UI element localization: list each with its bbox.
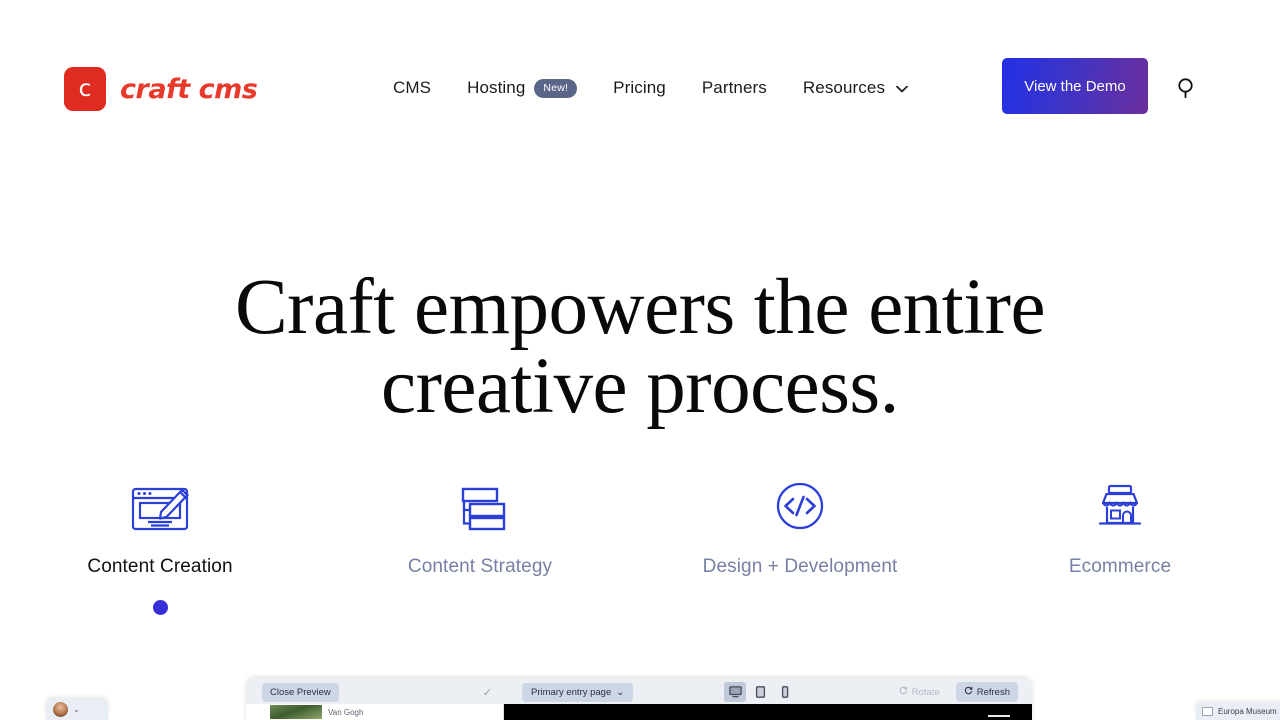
live-preview-panel: Close Preview ✓ Primary entry page ⌄ Rot… xyxy=(246,678,1032,720)
view-demo-label: View the Demo xyxy=(1024,77,1126,95)
device-tablet-button[interactable] xyxy=(749,682,771,702)
storefront-icon xyxy=(1084,470,1156,542)
nav-label: CMS xyxy=(393,78,432,97)
preview-toolbar: Close Preview ✓ Primary entry page ⌄ Rot… xyxy=(246,680,1032,704)
active-indicator-dot xyxy=(152,600,168,615)
nav-item-hosting[interactable]: Hosting New! xyxy=(467,78,578,98)
nav-label: Partners xyxy=(701,78,767,97)
saved-check-icon: ✓ xyxy=(482,686,492,699)
sitemap-icon xyxy=(444,470,516,542)
brand-wordmark: craft cms xyxy=(120,73,258,105)
page-root: c craft cms CMS Hosting New! Pricing Par… xyxy=(0,0,1280,720)
view-demo-button[interactable]: View the Demo xyxy=(1002,58,1148,114)
close-preview-button[interactable]: Close Preview xyxy=(262,682,339,702)
avatar xyxy=(53,701,68,717)
feature-tab-content-strategy[interactable]: Content Strategy xyxy=(320,470,640,615)
nav-item-cms[interactable]: CMS xyxy=(393,78,431,98)
entry-thumbnail xyxy=(270,705,322,719)
new-badge: New! xyxy=(534,78,578,98)
preview-body: Van Gogh xyxy=(246,704,1032,720)
nav-item-partners[interactable]: Partners xyxy=(702,78,767,98)
site-icon xyxy=(1202,706,1213,716)
chevron-down-icon xyxy=(896,78,908,98)
editor-pane: Van Gogh xyxy=(246,704,504,720)
entry-page-label: Primary entry page xyxy=(531,686,612,698)
rotate-icon xyxy=(899,686,908,698)
feature-label: Ecommerce xyxy=(1068,556,1172,577)
device-desktop-button[interactable] xyxy=(724,682,746,702)
user-account-chip[interactable]: ⌄ xyxy=(46,698,108,720)
nav-item-pricing[interactable]: Pricing xyxy=(613,78,666,98)
chevron-down-icon: ⌄ xyxy=(616,686,625,698)
refresh-button[interactable]: Refresh xyxy=(955,682,1018,702)
rotate-label: Rotate xyxy=(911,686,940,698)
nav-item-resources[interactable]: Resources xyxy=(803,78,908,98)
craft-logo-mark: c xyxy=(64,67,106,111)
rotate-button: Rotate xyxy=(891,682,948,702)
feature-label: Content Creation xyxy=(87,556,233,577)
preview-viewport xyxy=(504,704,1032,720)
device-toggle-group xyxy=(724,680,796,704)
site-selector-chip[interactable]: Europa Museum xyxy=(1196,702,1280,720)
headline-line-2: creative process. xyxy=(381,343,899,430)
feature-label: Design + Development xyxy=(702,556,898,577)
feature-tab-ecommerce[interactable]: Ecommerce xyxy=(960,470,1280,615)
feature-label: Content Strategy xyxy=(407,556,553,577)
code-circle-icon xyxy=(764,470,836,542)
entry-title: Van Gogh xyxy=(328,707,364,717)
headline-line-1: Craft empowers the entire xyxy=(234,264,1046,351)
feature-tab-design-development[interactable]: Design + Development xyxy=(640,470,960,615)
main-navigation: CMS Hosting New! Pricing Partners Resour… xyxy=(393,78,908,98)
chevron-down-icon: ⌄ xyxy=(73,704,80,714)
nav-label: Pricing xyxy=(613,78,666,97)
hero-section: Craft empowers the entire creative proce… xyxy=(0,268,1280,426)
preview-toolbar-right: Rotate Refresh xyxy=(891,680,1018,704)
feature-tab-content-creation[interactable]: Content Creation xyxy=(0,470,320,615)
nav-label: Hosting xyxy=(467,78,526,97)
device-mobile-button[interactable] xyxy=(774,682,796,702)
preview-toolbar-left: Close Preview ✓ xyxy=(246,680,504,704)
page-title: Craft empowers the entire creative proce… xyxy=(0,268,1280,426)
browser-pencil-icon xyxy=(124,470,196,542)
refresh-label: Refresh xyxy=(976,686,1010,698)
feature-tabs: Content Creation Content Strategy Design… xyxy=(0,470,1280,615)
brand-logo[interactable]: c craft cms xyxy=(64,67,258,111)
entry-page-select[interactable]: Primary entry page ⌄ xyxy=(522,682,634,702)
nav-label: Resources xyxy=(802,78,886,97)
site-header: c craft cms CMS Hosting New! Pricing Par… xyxy=(0,0,1280,150)
refresh-icon xyxy=(964,686,973,698)
search-icon[interactable] xyxy=(1172,73,1202,103)
site-name-label: Europa Museum xyxy=(1218,706,1277,716)
